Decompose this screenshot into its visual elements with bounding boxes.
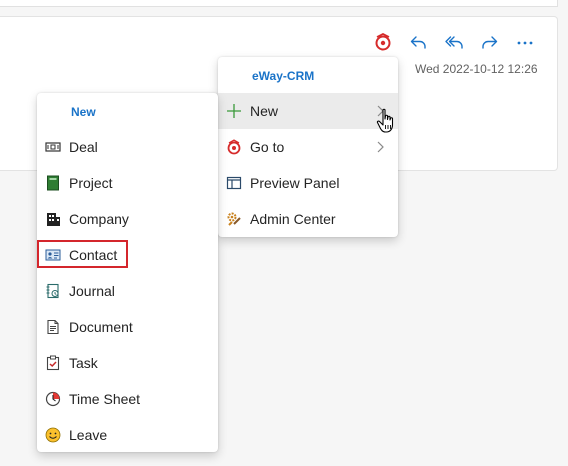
submenu-item-deal[interactable]: Deal	[37, 129, 218, 165]
plus-icon	[226, 103, 242, 119]
menu-item-label: Go to	[250, 139, 285, 155]
chevron-right-icon	[377, 141, 384, 153]
menu-item-admin-center[interactable]: Admin Center	[218, 201, 398, 237]
submenu-item-task[interactable]: Task	[37, 345, 218, 381]
more-icon	[517, 41, 533, 45]
submenu-item-project[interactable]: Project	[37, 165, 218, 201]
submenu-header: New	[71, 105, 96, 119]
contact-highlight-frame	[37, 240, 128, 268]
eway-crm-icon	[226, 139, 242, 155]
leave-icon	[45, 427, 61, 443]
submenu-item-label: Leave	[69, 427, 108, 443]
eway-crm-icon	[375, 33, 391, 51]
submenu-item-label: Journal	[69, 283, 115, 299]
submenu-item-label: Company	[69, 211, 129, 227]
company-icon	[45, 211, 61, 227]
journal-icon	[45, 283, 61, 299]
message-date: Wed 2022-10-12 12:26	[415, 62, 538, 76]
more-actions-button[interactable]	[514, 31, 536, 53]
menu-item-preview-panel[interactable]: Preview Panel	[218, 165, 398, 201]
eway-crm-menu: eWay-CRM New Go to Preview Panel Admin C…	[218, 57, 398, 237]
submenu-item-label: Document	[69, 319, 133, 335]
document-icon	[45, 319, 61, 335]
reply-all-icon	[445, 36, 463, 49]
hand-cursor-icon	[376, 108, 394, 133]
reply-icon	[410, 36, 426, 49]
forward-button[interactable]	[479, 31, 501, 53]
reply-button[interactable]	[407, 31, 429, 53]
reply-all-button[interactable]	[443, 31, 465, 53]
menu-item-label: New	[250, 103, 279, 119]
submenu-item-journal[interactable]: Journal	[37, 273, 218, 309]
submenu-item-label: Task	[69, 355, 98, 371]
eway-crm-addin-button[interactable]	[372, 31, 394, 53]
menu-item-new[interactable]: New	[218, 93, 398, 129]
submenu-item-label: Project	[69, 175, 113, 191]
submenu-item-label: Time Sheet	[69, 391, 141, 407]
time-sheet-icon	[45, 391, 61, 407]
submenu-item-company[interactable]: Company	[37, 201, 218, 237]
menu-item-label: Preview Panel	[250, 175, 340, 191]
forward-icon	[482, 36, 498, 49]
menu-item-go-to[interactable]: Go to	[218, 129, 398, 165]
deal-icon	[45, 139, 61, 155]
submenu-item-time-sheet[interactable]: Time Sheet	[37, 381, 218, 417]
admin-center-icon	[226, 211, 242, 227]
previous-message-strip	[0, 0, 558, 7]
project-icon	[45, 175, 61, 191]
submenu-item-label: Deal	[69, 139, 98, 155]
submenu-item-document[interactable]: Document	[37, 309, 218, 345]
menu-item-label: Admin Center	[250, 211, 336, 227]
submenu-item-leave[interactable]: Leave	[37, 417, 218, 453]
preview-panel-icon	[226, 175, 242, 191]
task-icon	[45, 355, 61, 371]
menu-header: eWay-CRM	[252, 69, 315, 83]
new-submenu: New Deal Project Company Contact Journal…	[37, 93, 218, 452]
